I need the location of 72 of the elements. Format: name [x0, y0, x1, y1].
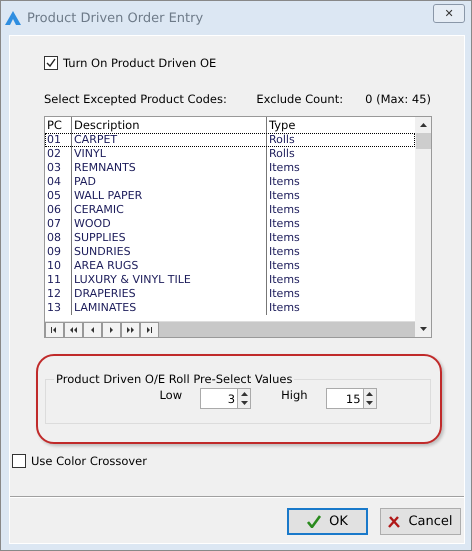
spin-down-icon[interactable] — [366, 401, 374, 406]
scroll-up-icon[interactable] — [420, 123, 426, 127]
nav-arrow-icon — [50, 326, 59, 334]
spin-buttons[interactable] — [362, 388, 377, 409]
table-cell: LAMINATES — [71, 301, 266, 315]
table-row[interactable]: 01 CARPET Rolls — [45, 133, 415, 147]
table-cell: LUXURY & VINYL TILE — [71, 273, 266, 287]
checkbox-label: Use Color Crossover — [31, 454, 147, 468]
spin-field[interactable]: 15 — [326, 388, 363, 409]
table-cell-text: 06 — [46, 203, 62, 217]
cancel-button[interactable]: Cancel — [380, 508, 461, 535]
column-header[interactable]: Description — [71, 117, 266, 133]
spin-buttons[interactable] — [237, 388, 252, 409]
group-title: Product Driven O/E Roll Pre-Select Values — [55, 372, 294, 386]
table-cell-text: 12 — [46, 287, 62, 301]
table-cell: DRAPERIES — [71, 287, 266, 301]
table-cell: SUNDRIES — [71, 245, 266, 259]
table-cell-text: 09 — [46, 245, 62, 259]
table-cell-text: 11 — [46, 273, 62, 287]
checkmark-icon — [307, 515, 322, 528]
table-cell: VINYL — [71, 147, 266, 161]
spin-up-icon[interactable] — [240, 392, 248, 396]
table-cell-text: 13 — [46, 301, 62, 315]
table-cell-text: 10 — [46, 259, 62, 273]
nav-button[interactable] — [83, 322, 102, 338]
table-cell: SUPPLIES — [71, 231, 266, 245]
table-cell: CERAMIC — [71, 203, 266, 217]
window-title: Product Driven Order Entry — [27, 10, 204, 26]
table-cell-text: 04 — [46, 175, 62, 189]
table-cell: WALL PAPER — [71, 189, 266, 203]
table-cell-text: 01 — [46, 133, 62, 147]
column-header[interactable]: PC — [45, 117, 71, 133]
spin-down-icon[interactable] — [240, 401, 248, 406]
nav-arrow-icon — [145, 326, 154, 334]
nav-button[interactable] — [45, 322, 64, 338]
app-logo-icon — [5, 11, 21, 25]
check-icon — [46, 58, 56, 68]
table-cell: PAD — [71, 175, 266, 189]
table-cell: WOOD — [71, 217, 266, 231]
x-icon — [388, 516, 400, 528]
codes-label: Select Excepted Product Codes: — [44, 92, 228, 106]
turn-on-checkbox[interactable]: Turn On Product Driven OE — [44, 56, 464, 70]
table-cell-text: 07 — [46, 217, 62, 231]
table-cell: REMNANTS — [71, 161, 266, 175]
spin-up-icon[interactable] — [366, 392, 374, 396]
nav-arrow-icon — [69, 326, 78, 334]
nav-arrow-icon — [126, 326, 135, 334]
spin-label: High — [281, 388, 308, 402]
nav-button[interactable] — [64, 322, 83, 338]
scroll-down-icon[interactable] — [420, 327, 426, 331]
checkbox-label: Turn On Product Driven OE — [63, 56, 216, 70]
nav-arrow-icon — [107, 326, 116, 334]
nav-button[interactable] — [102, 322, 121, 338]
checkbox[interactable] — [44, 56, 58, 70]
nav-button[interactable] — [121, 322, 140, 338]
table-cell-text: 08 — [46, 231, 62, 245]
ok-button[interactable]: OK — [287, 508, 368, 535]
checkbox[interactable] — [12, 454, 26, 468]
nav-button[interactable] — [140, 322, 159, 338]
table-cell-text: 03 — [46, 161, 62, 175]
color-crossover-checkbox[interactable]: Use Color Crossover — [12, 454, 464, 468]
spin-label: Low — [159, 388, 182, 402]
spin-field[interactable]: 3 — [200, 388, 238, 409]
exclude-count-label: Exclude Count: — [256, 92, 344, 106]
table-cell-text: 02 — [46, 147, 62, 161]
vertical-scrollbar[interactable] — [415, 117, 431, 337]
exclude-count-value: 0 (Max: 45) — [365, 92, 431, 106]
scroll-thumb[interactable] — [416, 133, 430, 149]
table-cell: CARPET — [71, 133, 266, 147]
table-cell-text: 05 — [46, 189, 62, 203]
table-cell: AREA RUGS — [71, 259, 266, 273]
close-button[interactable]: ✕ — [433, 4, 465, 22]
